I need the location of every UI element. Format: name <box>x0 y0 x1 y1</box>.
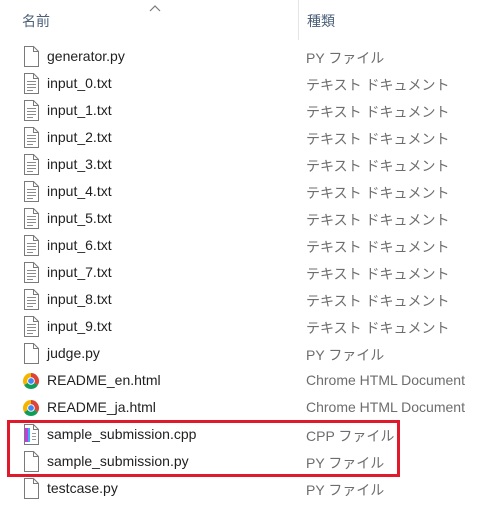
file-type: CPP ファイル <box>306 428 395 444</box>
file-row[interactable]: input_3.txt テキスト ドキュメント <box>0 151 497 178</box>
file-row[interactable]: input_7.txt テキスト ドキュメント <box>0 259 497 286</box>
file-row[interactable]: sample_submission.cpp CPP ファイル <box>0 421 497 448</box>
file-name: sample_submission.py <box>47 453 189 469</box>
file-name: sample_submission.cpp <box>47 426 197 442</box>
sort-ascending-icon <box>148 0 162 18</box>
file-type: テキスト ドキュメント <box>306 77 450 93</box>
file-name: input_9.txt <box>47 318 112 334</box>
file-row[interactable]: generator.py PY ファイル <box>0 43 497 70</box>
file-name: input_1.txt <box>47 102 112 118</box>
blank-file-icon <box>22 478 40 499</box>
blank-file-icon <box>22 343 40 364</box>
file-name: testcase.py <box>47 480 118 496</box>
text-file-icon <box>22 316 40 337</box>
file-row[interactable]: input_2.txt テキスト ドキュメント <box>0 124 497 151</box>
file-name: input_6.txt <box>47 237 112 253</box>
file-name: input_5.txt <box>47 210 112 226</box>
file-row[interactable]: README_ja.html Chrome HTML Document <box>0 394 497 421</box>
file-type: テキスト ドキュメント <box>306 104 450 120</box>
file-row[interactable]: README_en.html Chrome HTML Document <box>0 367 497 394</box>
file-type: Chrome HTML Document <box>306 372 465 388</box>
file-row[interactable]: input_5.txt テキスト ドキュメント <box>0 205 497 232</box>
file-type: テキスト ドキュメント <box>306 266 450 282</box>
file-name: README_ja.html <box>47 399 156 415</box>
file-type: PY ファイル <box>306 455 385 471</box>
file-name: input_7.txt <box>47 264 112 280</box>
blank-file-icon <box>22 46 40 67</box>
text-file-icon <box>22 208 40 229</box>
column-divider[interactable] <box>298 0 299 40</box>
file-type: PY ファイル <box>306 347 385 363</box>
file-type: テキスト ドキュメント <box>306 239 450 255</box>
text-file-icon <box>22 235 40 256</box>
blank-file-icon <box>22 451 40 472</box>
file-type: テキスト ドキュメント <box>306 185 450 201</box>
file-row[interactable]: testcase.py PY ファイル <box>0 475 497 502</box>
file-type: Chrome HTML Document <box>306 399 465 415</box>
file-type: PY ファイル <box>306 50 385 66</box>
column-header-name[interactable]: 名前 <box>22 11 50 31</box>
text-file-icon <box>22 262 40 283</box>
file-name: input_3.txt <box>47 156 112 172</box>
column-header: 名前 種類 <box>0 0 497 40</box>
text-file-icon <box>22 181 40 202</box>
text-file-icon <box>22 73 40 94</box>
file-type: テキスト ドキュメント <box>306 320 450 336</box>
chrome-icon <box>22 397 40 418</box>
text-file-icon <box>22 289 40 310</box>
file-row[interactable]: input_4.txt テキスト ドキュメント <box>0 178 497 205</box>
file-row[interactable]: judge.py PY ファイル <box>0 340 497 367</box>
file-row[interactable]: sample_submission.py PY ファイル <box>0 448 497 475</box>
text-file-icon <box>22 154 40 175</box>
file-name: README_en.html <box>47 372 161 388</box>
file-type: テキスト ドキュメント <box>306 212 450 228</box>
file-row[interactable]: input_8.txt テキスト ドキュメント <box>0 286 497 313</box>
file-type: テキスト ドキュメント <box>306 158 450 174</box>
text-file-icon <box>22 100 40 121</box>
file-type: PY ファイル <box>306 482 385 498</box>
file-row[interactable]: input_6.txt テキスト ドキュメント <box>0 232 497 259</box>
file-name: input_4.txt <box>47 183 112 199</box>
file-type: テキスト ドキュメント <box>306 293 450 309</box>
file-row[interactable]: input_9.txt テキスト ドキュメント <box>0 313 497 340</box>
file-type: テキスト ドキュメント <box>306 131 450 147</box>
column-header-type[interactable]: 種類 <box>307 11 335 31</box>
chrome-icon <box>22 370 40 391</box>
file-name: judge.py <box>47 345 100 361</box>
file-name: input_8.txt <box>47 291 112 307</box>
file-name: input_0.txt <box>47 75 112 91</box>
file-name: generator.py <box>47 48 125 64</box>
cpp-file-icon <box>22 424 40 445</box>
file-row[interactable]: input_1.txt テキスト ドキュメント <box>0 97 497 124</box>
text-file-icon <box>22 127 40 148</box>
file-row[interactable]: input_0.txt テキスト ドキュメント <box>0 70 497 97</box>
file-name: input_2.txt <box>47 129 112 145</box>
